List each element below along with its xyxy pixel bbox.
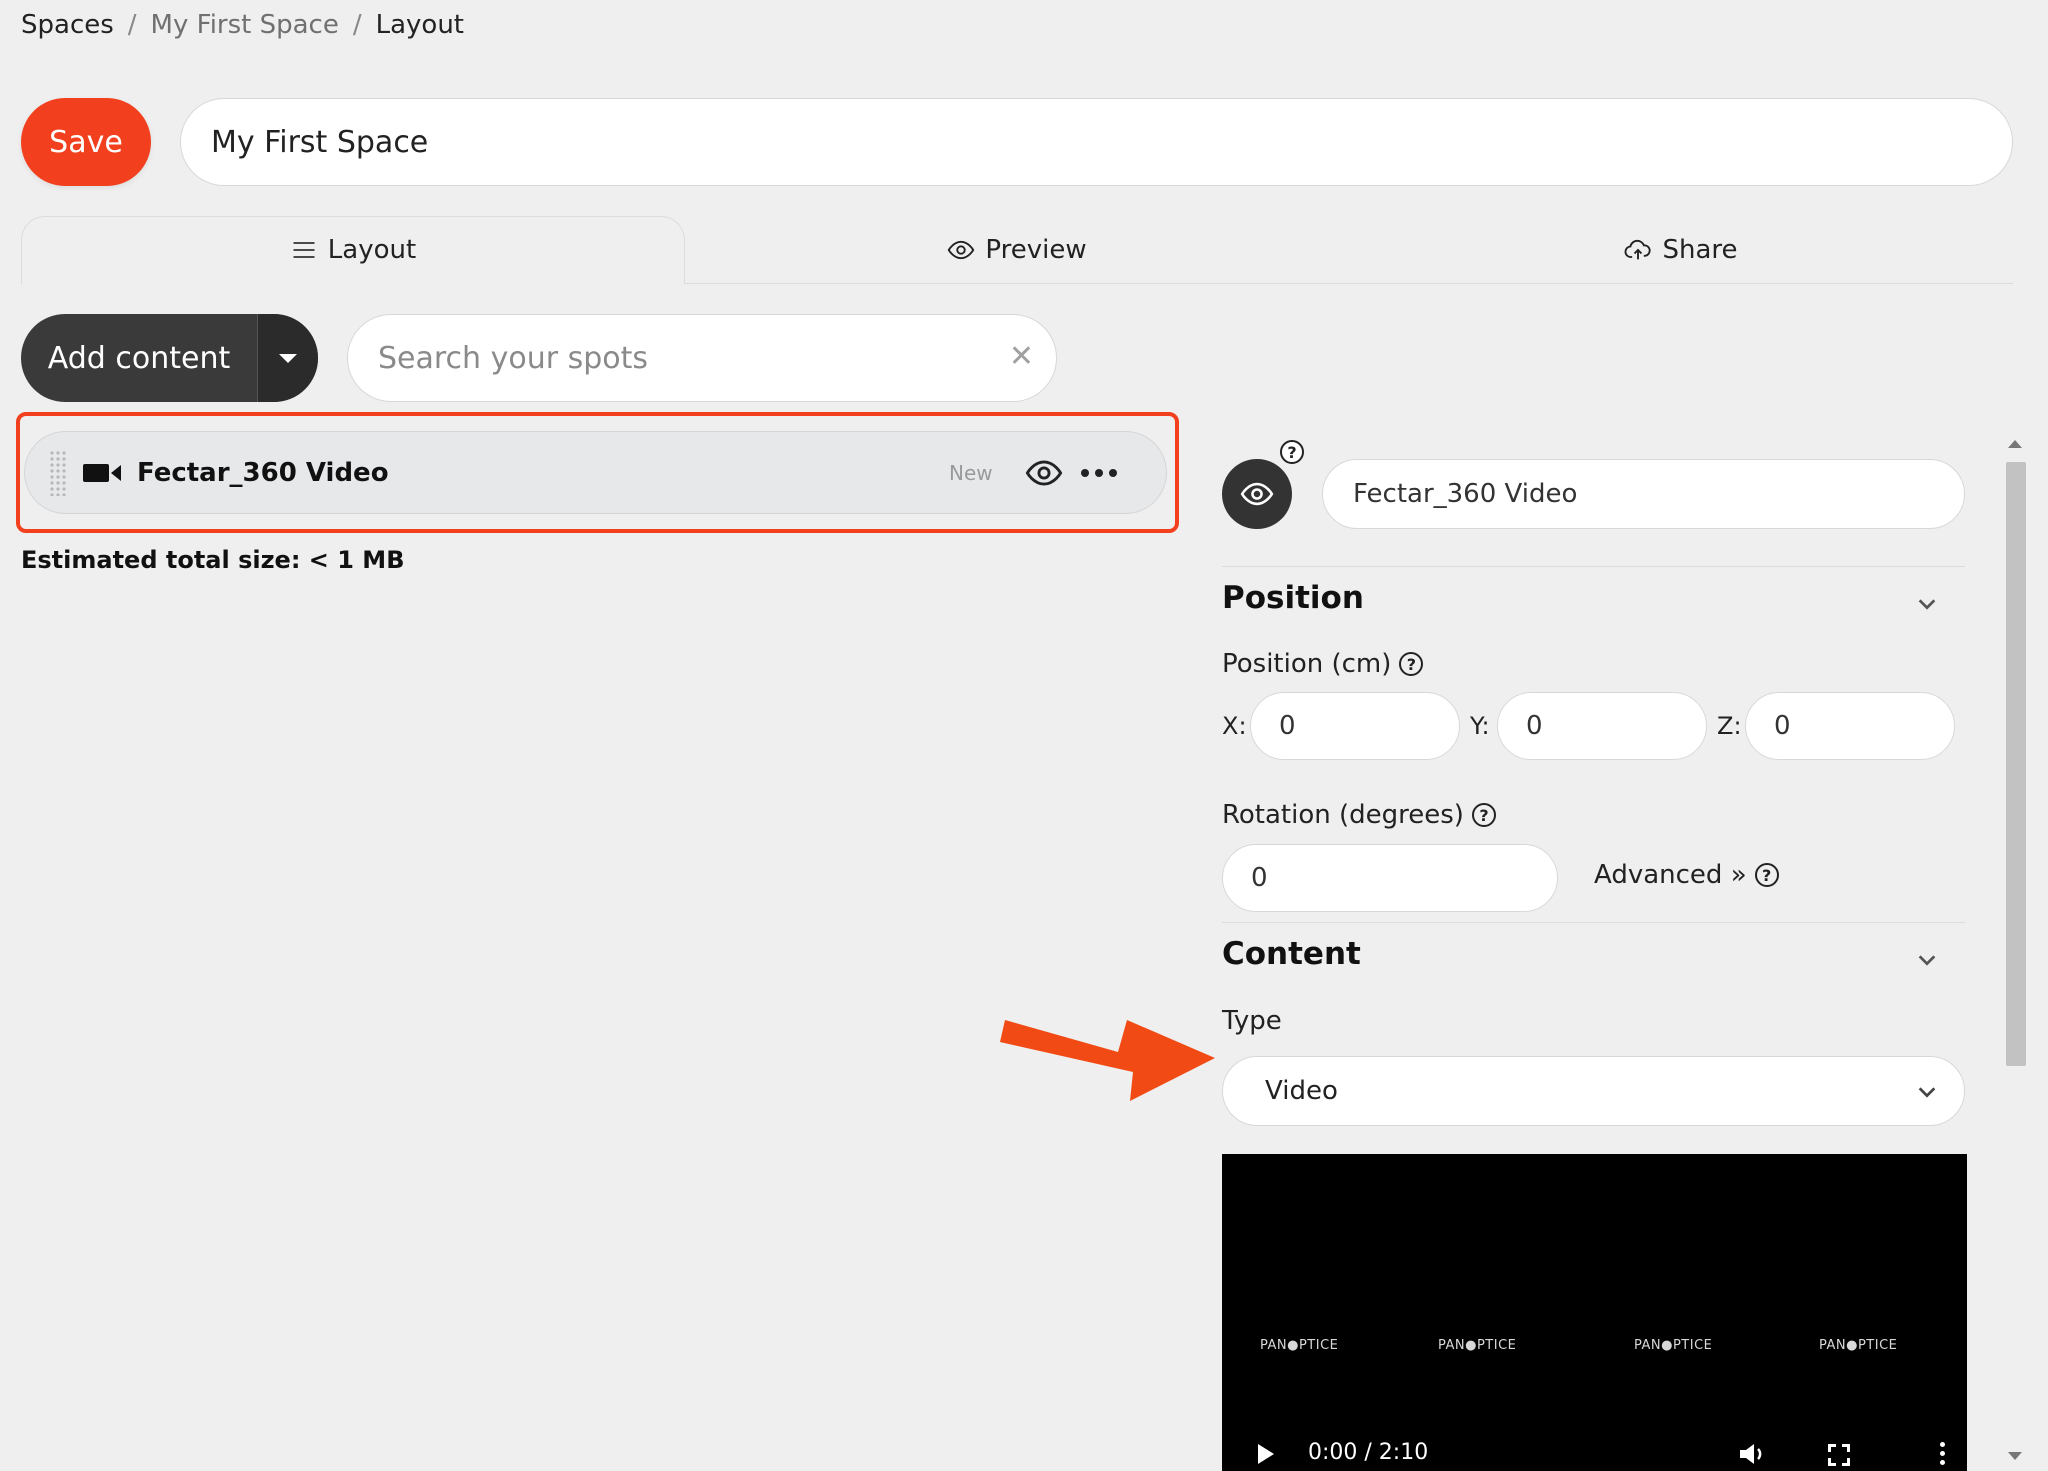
visibility-toggle-button[interactable] (1222, 459, 1292, 529)
position-z-input[interactable]: 0 (1745, 692, 1955, 760)
chevron-down-icon (1918, 1087, 1936, 1098)
annotation-arrow (1000, 1020, 1215, 1101)
menu-icon (293, 242, 315, 258)
caret-down-icon (279, 353, 297, 363)
scroll-down-icon[interactable] (2008, 1452, 2022, 1460)
eye-icon (948, 240, 975, 260)
search-placeholder: Search your spots (378, 340, 649, 376)
watermark: PAN●PTICE (1260, 1338, 1339, 1353)
tab-share-label: Share (1662, 235, 1738, 265)
add-content-label[interactable]: Add content (21, 314, 257, 402)
position-x-input[interactable]: 0 (1250, 692, 1460, 760)
watermark: PAN●PTICE (1819, 1338, 1898, 1353)
more-options-icon[interactable] (1081, 463, 1131, 483)
type-select-value: Video (1265, 1076, 1338, 1106)
spot-name: Fectar_360 Video (137, 457, 389, 488)
save-button[interactable]: Save (21, 98, 151, 186)
chevron-down-icon[interactable] (1916, 593, 1938, 615)
more-options-icon[interactable] (1940, 1442, 1945, 1465)
help-icon[interactable]: ? (1399, 652, 1424, 676)
video-controls: 0:00 / 2:10 (1222, 1436, 1967, 1471)
type-label: Type (1222, 1006, 1282, 1036)
fullscreen-icon[interactable] (1827, 1443, 1851, 1467)
position-section-title[interactable]: Position (1222, 580, 1364, 616)
spot-name-input[interactable]: Fectar_360 Video (1322, 459, 1965, 529)
tab-preview[interactable]: Preview (685, 216, 1349, 284)
scroll-up-icon[interactable] (2008, 440, 2022, 448)
breadcrumb-separator: / (127, 10, 137, 40)
help-icon[interactable]: ? (1280, 440, 1304, 464)
help-icon[interactable]: ? (1471, 803, 1496, 827)
space-name-input[interactable]: My First Space (180, 98, 2013, 186)
video-time: 0:00 / 2:10 (1308, 1440, 1429, 1465)
advanced-label[interactable]: Advanced » (1594, 860, 1747, 890)
divider (1222, 922, 1965, 923)
breadcrumb-spaces[interactable]: Spaces (21, 10, 114, 40)
estimated-size: Estimated total size: < 1 MB (21, 546, 405, 574)
play-icon[interactable] (1258, 1444, 1274, 1464)
volume-icon[interactable] (1738, 1442, 1768, 1466)
tab-layout-label: Layout (327, 235, 417, 265)
cloud-upload-icon (1625, 239, 1652, 260)
advanced-link[interactable]: Advanced » ? (1594, 860, 1779, 890)
breadcrumb: Spaces / My First Space / Layout (21, 10, 464, 40)
x-label: X: (1222, 712, 1247, 740)
add-content-button[interactable]: Add content (21, 314, 318, 402)
breadcrumb-separator: / (352, 10, 362, 40)
breadcrumb-my-first-space[interactable]: My First Space (151, 10, 339, 40)
position-label-text: Position (cm) (1222, 649, 1392, 679)
content-section-title[interactable]: Content (1222, 936, 1361, 972)
help-icon[interactable]: ? (1754, 863, 1779, 887)
search-input[interactable]: Search your spots ✕ (347, 314, 1057, 402)
rotation-input[interactable]: 0 (1222, 844, 1558, 912)
rotation-label-text: Rotation (degrees) (1222, 800, 1464, 830)
close-icon[interactable]: ✕ (1009, 339, 1034, 374)
y-label: Y: (1470, 712, 1490, 740)
type-select[interactable]: Video (1222, 1056, 1965, 1126)
divider (1222, 566, 1965, 567)
drag-handle-icon[interactable] (49, 449, 67, 496)
eye-icon[interactable] (1025, 454, 1063, 492)
position-label: Position (cm) ? (1222, 649, 1424, 679)
video-player[interactable]: PAN●PTICE PAN●PTICE PAN●PTICE PAN●PTICE … (1222, 1154, 1967, 1471)
list-item[interactable]: Fectar_360 Video New (24, 431, 1167, 514)
new-badge: New (949, 460, 993, 485)
tab-preview-label: Preview (985, 235, 1087, 265)
chevron-down-icon[interactable] (1916, 949, 1938, 971)
watermark: PAN●PTICE (1438, 1338, 1517, 1353)
watermark: PAN●PTICE (1634, 1338, 1713, 1353)
z-label: Z: (1717, 712, 1742, 740)
tab-share[interactable]: Share (1349, 216, 2013, 284)
add-content-dropdown[interactable] (257, 314, 318, 402)
breadcrumb-current: Layout (375, 10, 464, 40)
scrollbar-thumb[interactable] (2006, 462, 2026, 1066)
video-camera-icon (83, 462, 121, 484)
rotation-label: Rotation (degrees) ? (1222, 800, 1496, 830)
eye-icon (1240, 482, 1274, 506)
position-y-input[interactable]: 0 (1497, 692, 1707, 760)
tab-layout[interactable]: Layout (21, 216, 685, 284)
